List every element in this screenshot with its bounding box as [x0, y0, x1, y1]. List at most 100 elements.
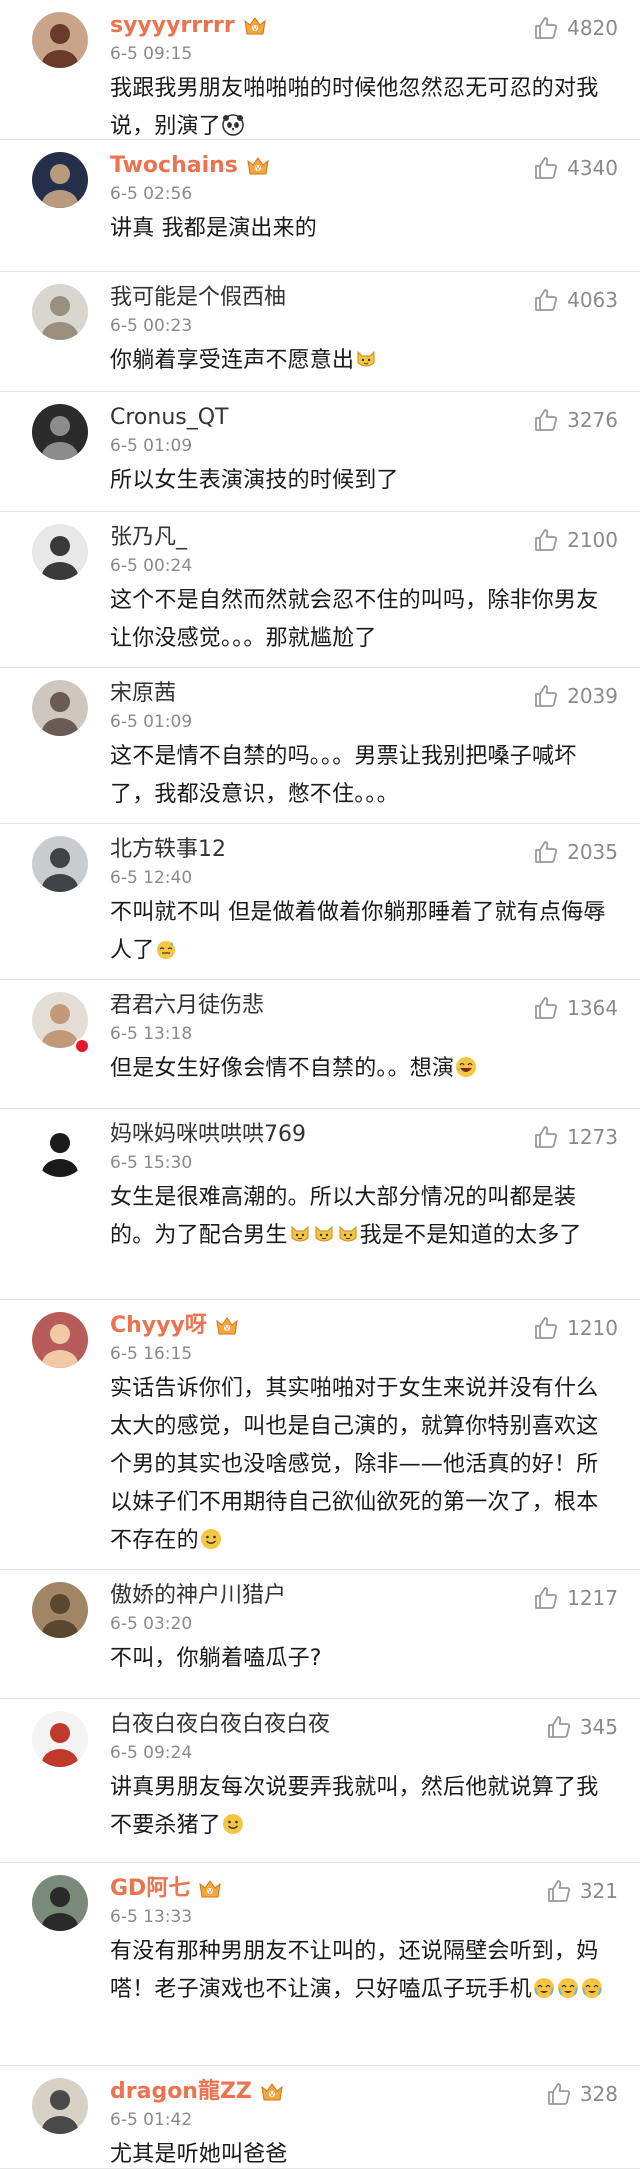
username[interactable]: 我可能是个假西柚	[110, 283, 286, 313]
thumbs-up-icon	[533, 1315, 567, 1341]
avatar[interactable]	[32, 836, 88, 892]
cat-emoji-icon	[337, 1223, 359, 1245]
comment-timestamp: 6-5 02:56	[110, 184, 193, 204]
comment-item[interactable]: 我可能是个假西柚 6-5 00:23 你躺着享受连声不愿意出 4063	[0, 272, 640, 392]
like-button[interactable]: 345	[546, 1713, 618, 1741]
like-count: 3276	[567, 408, 618, 432]
username[interactable]: 宋原茜	[110, 679, 176, 709]
like-button[interactable]: 1364	[533, 994, 618, 1022]
like-button[interactable]: 2039	[533, 682, 618, 710]
like-button[interactable]: 2035	[533, 838, 618, 866]
like-count: 328	[579, 2082, 618, 2106]
username-row: 张乃凡_	[110, 522, 187, 554]
comment-text: 女生是很难高潮的。所以大部分情况的叫都是装的。为了配合男生 我是不是知道的太多了	[110, 1179, 610, 1255]
thumbs-up-icon	[533, 15, 567, 41]
avatar[interactable]	[32, 284, 88, 340]
vip-crown-icon: V	[198, 1878, 222, 1900]
avatar[interactable]	[32, 152, 88, 208]
like-count: 4820	[567, 16, 618, 40]
avatar[interactable]	[32, 12, 88, 68]
avatar[interactable]	[32, 1312, 88, 1368]
like-count: 1210	[567, 1316, 618, 1340]
username[interactable]: syyyyrrrrr	[110, 11, 235, 41]
username[interactable]: 君君六月徒伤悲	[110, 991, 264, 1021]
comment-item[interactable]: Twochains V 6-5 02:56 讲真 我都是演出来的 4340	[0, 140, 640, 272]
username-row: 宋原茜	[110, 678, 176, 710]
avatar[interactable]	[32, 1875, 88, 1931]
like-button[interactable]: 321	[546, 1877, 618, 1905]
comment-timestamp: 6-5 01:42	[110, 2110, 193, 2130]
cry-emoji-icon	[581, 1977, 603, 1999]
like-count: 2035	[567, 840, 618, 864]
comment-item[interactable]: GD阿七 V 6-5 13:33 有没有那种男朋友不让叫的，还说隔壁会听到，妈嗒！老子…	[0, 1863, 640, 2066]
username-row: 我可能是个假西柚	[110, 282, 286, 314]
comment-text-segment: 我是不是知道的太多了	[359, 1223, 582, 1248]
avatar[interactable]	[32, 2078, 88, 2134]
comment-text: 这个不是自然而然就会忍不住的叫吗，除非你男友让你没感觉。。。那就尴尬了	[110, 582, 610, 658]
vip-crown-icon: V	[243, 15, 267, 37]
comment-item[interactable]: 张乃凡_ 6-5 00:24 这个不是自然而然就会忍不住的叫吗，除非你男友让你没感觉…	[0, 512, 640, 668]
comment-text: 讲真 我都是演出来的	[110, 210, 610, 248]
avatar[interactable]	[32, 1711, 88, 1767]
username[interactable]: 张乃凡_	[110, 523, 187, 553]
comment-item[interactable]: 白夜白夜白夜白夜白夜 6-5 09:24 讲真男朋友每次说要弄我就叫，然后他就说算了…	[0, 1699, 640, 1863]
username[interactable]: Twochains	[110, 151, 238, 181]
comment-text: 这不是情不自禁的吗。。。男票让我别把嗓子喊坏了，我都没意识，憋不住。。。	[110, 738, 610, 814]
username[interactable]: dragon龍ZZ	[110, 2077, 252, 2107]
like-button[interactable]: 2100	[533, 526, 618, 554]
username[interactable]: 白夜白夜白夜白夜白夜	[110, 1710, 330, 1740]
like-button[interactable]: 328	[546, 2080, 618, 2108]
comment-item[interactable]: 傲娇的神户川猎户 6-5 03:20 不叫，你躺着嗑瓜子? 1217	[0, 1570, 640, 1699]
avatar[interactable]	[32, 1121, 88, 1177]
like-button[interactable]: 4820	[533, 14, 618, 42]
avatar[interactable]	[32, 404, 88, 460]
comment-text-segment: 但是女生好像会情不自禁的。。想演	[110, 1056, 455, 1081]
username-row: 妈咪妈咪哄哄哄769	[110, 1119, 306, 1151]
username[interactable]: Chyyy呀	[110, 1311, 207, 1341]
like-count: 321	[579, 1879, 618, 1903]
comment-item[interactable]: Cronus_QT 6-5 01:09 所以女生表演演技的时候到了 3276	[0, 392, 640, 512]
username-row: Cronus_QT	[110, 402, 229, 434]
comment-item[interactable]: dragon龍ZZ V 6-5 01:42 尤其是听她叫爸爸 328	[0, 2066, 640, 2169]
comment-text-segment: 我跟我男朋友啪啪啪的时候他忽然忍无可忍的对我说，别演了	[110, 76, 599, 139]
comment-timestamp: 6-5 15:30	[110, 1153, 193, 1173]
comment-text: 有没有那种男朋友不让叫的，还说隔壁会听到，妈嗒！老子演戏也不让演，只好嗑瓜子玩手…	[110, 1933, 610, 2009]
avatar[interactable]	[32, 524, 88, 580]
like-button[interactable]: 4063	[533, 286, 618, 314]
comment-item[interactable]: Chyyy呀 V 6-5 16:15 实话告诉你们，其实啪啪对于女生来说并没有什么太大…	[0, 1300, 640, 1570]
comment-item[interactable]: 妈咪妈咪哄哄哄769 6-5 15:30 女生是很难高潮的。所以大部分情况的叫都是装…	[0, 1109, 640, 1300]
thumbs-up-icon	[533, 527, 567, 553]
comment-item[interactable]: syyyyrrrrr V 6-5 09:15 我跟我男朋友啪啪啪的时候他忽然忍无可忍的…	[0, 0, 640, 140]
username[interactable]: 傲娇的神户川猎户	[110, 1581, 286, 1611]
comment-timestamp: 6-5 16:15	[110, 1344, 193, 1364]
comment-item[interactable]: 北方轶事12 6-5 12:40 不叫就不叫 但是做着做着你躺那睡着了就有点侮辱人了…	[0, 824, 640, 980]
thumbs-up-icon	[533, 287, 567, 313]
username[interactable]: 妈咪妈咪哄哄哄769	[110, 1120, 306, 1150]
avatar[interactable]	[32, 1582, 88, 1638]
comment-item[interactable]: 君君六月徒伤悲 6-5 13:18 但是女生好像会情不自禁的。。想演 1364	[0, 980, 640, 1109]
like-count: 4063	[567, 288, 618, 312]
comment-text-segment: 尤其是听她叫爸爸	[110, 2142, 288, 2167]
comment-item[interactable]: 宋原茜 6-5 01:09 这不是情不自禁的吗。。。男票让我别把嗓子喊坏了，我都没意…	[0, 668, 640, 824]
comment-text: 实话告诉你们，其实啪啪对于女生来说并没有什么太大的感觉，叫也是自己演的，就算你特…	[110, 1370, 610, 1560]
username[interactable]: 北方轶事12	[110, 835, 226, 865]
like-button[interactable]: 1217	[533, 1584, 618, 1612]
like-button[interactable]: 1210	[533, 1314, 618, 1342]
thumbs-up-icon	[533, 995, 567, 1021]
like-button[interactable]: 3276	[533, 406, 618, 434]
comment-timestamp: 6-5 13:18	[110, 1024, 193, 1044]
thumbs-up-icon	[533, 839, 567, 865]
like-count: 4340	[567, 156, 618, 180]
username[interactable]: GD阿七	[110, 1874, 190, 1904]
cry-emoji-icon	[557, 1977, 579, 1999]
like-button[interactable]: 1273	[533, 1123, 618, 1151]
comment-text: 你躺着享受连声不愿意出	[110, 342, 610, 380]
like-button[interactable]: 4340	[533, 154, 618, 182]
comment-text-segment: 不叫，你躺着嗑瓜子?	[110, 1646, 322, 1671]
comment-timestamp: 6-5 09:15	[110, 44, 193, 64]
avatar[interactable]	[32, 680, 88, 736]
username[interactable]: Cronus_QT	[110, 403, 229, 433]
username-row: 北方轶事12	[110, 834, 226, 866]
thumbs-up-icon	[533, 155, 567, 181]
username-row: dragon龍ZZ V	[110, 2076, 284, 2108]
